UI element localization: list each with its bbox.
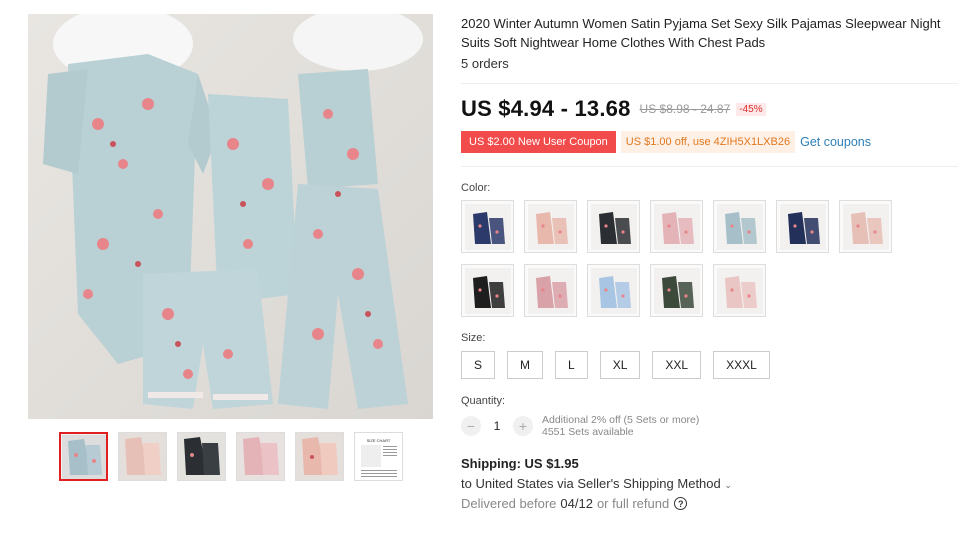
- size-option[interactable]: XXL: [652, 351, 702, 379]
- new-user-coupon[interactable]: US $2.00 New User Coupon: [461, 131, 616, 153]
- color-swatch[interactable]: [650, 200, 703, 253]
- quantity-value[interactable]: 1: [481, 419, 513, 433]
- thumbnail-image: [178, 433, 225, 480]
- get-coupons-link[interactable]: Get coupons: [800, 135, 871, 149]
- color-swatch[interactable]: [461, 264, 514, 317]
- color-swatch[interactable]: [587, 200, 640, 253]
- swatch-image: [716, 203, 763, 250]
- delivery-estimate: Delivered before 04/12 or full refund ?: [461, 496, 961, 511]
- pajama-set-photo: [43, 14, 423, 409]
- color-swatch[interactable]: [713, 264, 766, 317]
- quantity-note: Additional 2% off (5 Sets or more) 4551 …: [542, 414, 699, 438]
- swatch-image: [842, 203, 889, 250]
- stock-available: 4551 Sets available: [542, 426, 634, 438]
- size-chart-image: SIZE CHART: [355, 433, 402, 480]
- thumbnail-image: [237, 433, 284, 480]
- swatch-image: [590, 203, 637, 250]
- size-option[interactable]: L: [555, 351, 588, 379]
- color-label: Color:: [461, 182, 491, 194]
- color-swatch[interactable]: [461, 200, 514, 253]
- divider: [461, 83, 958, 84]
- size-chart-title: SIZE CHART: [367, 438, 391, 443]
- thumbnail-image: [61, 434, 106, 479]
- size-option[interactable]: XXXL: [713, 351, 770, 379]
- swatch-image: [653, 203, 700, 250]
- swatch-image: [716, 267, 763, 314]
- shipping-destination-text: to United States via Seller's Shipping M…: [461, 476, 721, 491]
- thumbnail-3[interactable]: [177, 432, 226, 481]
- swatch-image: [779, 203, 826, 250]
- thumbnail-5[interactable]: [295, 432, 344, 481]
- product-title: 2020 Winter Autumn Women Satin Pyjama Se…: [461, 16, 941, 50]
- color-swatch[interactable]: [524, 200, 577, 253]
- divider: [461, 166, 958, 167]
- help-icon[interactable]: ?: [674, 497, 688, 510]
- thumbnail-size-chart[interactable]: SIZE CHART: [354, 432, 403, 481]
- size-option[interactable]: M: [507, 351, 544, 379]
- swatch-image: [527, 203, 574, 250]
- quantity-label: Quantity:: [461, 395, 506, 407]
- swatch-image: [590, 267, 637, 314]
- delivered-suffix: or full refund: [596, 496, 670, 511]
- swatch-image: [653, 267, 700, 314]
- thumbnail-4[interactable]: [236, 432, 285, 481]
- swatch-image: [464, 203, 511, 250]
- current-price: US $4.94 - 13.68: [461, 96, 631, 121]
- store-coupon[interactable]: US $1.00 off, use 4ZIH5X1LXB26: [620, 131, 796, 153]
- size-options: S M L XL XXL XXXL: [461, 351, 961, 379]
- thumbnail-2[interactable]: [118, 432, 167, 481]
- thumbnail-image: [296, 433, 343, 480]
- color-swatch[interactable]: [713, 200, 766, 253]
- color-swatch[interactable]: [587, 264, 640, 317]
- color-swatch[interactable]: [650, 264, 703, 317]
- coupon-row: US $2.00 New User Coupon US $1.00 off, u…: [461, 131, 961, 153]
- price-row: US $4.94 - 13.68 US $8.98 - 24.87 -45%: [461, 94, 961, 124]
- color-swatch[interactable]: [776, 200, 829, 253]
- shipping-destination[interactable]: to United States via Seller's Shipping M…: [461, 476, 961, 491]
- bulk-discount-note: Additional 2% off (5 Sets or more): [542, 414, 700, 426]
- thumbnail-strip: SIZE CHART: [59, 432, 403, 481]
- swatch-image: [464, 267, 511, 314]
- size-label: Size:: [461, 332, 486, 344]
- decrease-button[interactable]: −: [461, 416, 481, 436]
- order-count: 5 orders: [461, 56, 509, 71]
- product-main-image[interactable]: [28, 14, 433, 419]
- original-price: US $8.98 - 24.87: [639, 102, 731, 116]
- color-swatch[interactable]: [524, 264, 577, 317]
- product-info: 2020 Winter Autumn Women Satin Pyjama Se…: [461, 14, 961, 511]
- swatch-image: [527, 267, 574, 314]
- delivery-date: 04/12: [560, 496, 593, 511]
- discount-badge: -45%: [736, 102, 766, 116]
- size-option[interactable]: S: [461, 351, 496, 379]
- thumbnail-1[interactable]: [59, 432, 108, 481]
- delivered-prefix: Delivered before: [461, 496, 557, 511]
- shipping-price: Shipping: US $1.95: [461, 456, 579, 471]
- thumbnail-image: [119, 433, 166, 480]
- quantity-stepper: − 1 + Additional 2% off (5 Sets or more)…: [461, 414, 961, 438]
- color-swatches: [461, 200, 961, 317]
- size-option[interactable]: XL: [599, 351, 641, 379]
- color-swatch[interactable]: [839, 200, 892, 253]
- chevron-down-icon: ⌄: [724, 480, 732, 490]
- increase-button[interactable]: +: [513, 416, 533, 436]
